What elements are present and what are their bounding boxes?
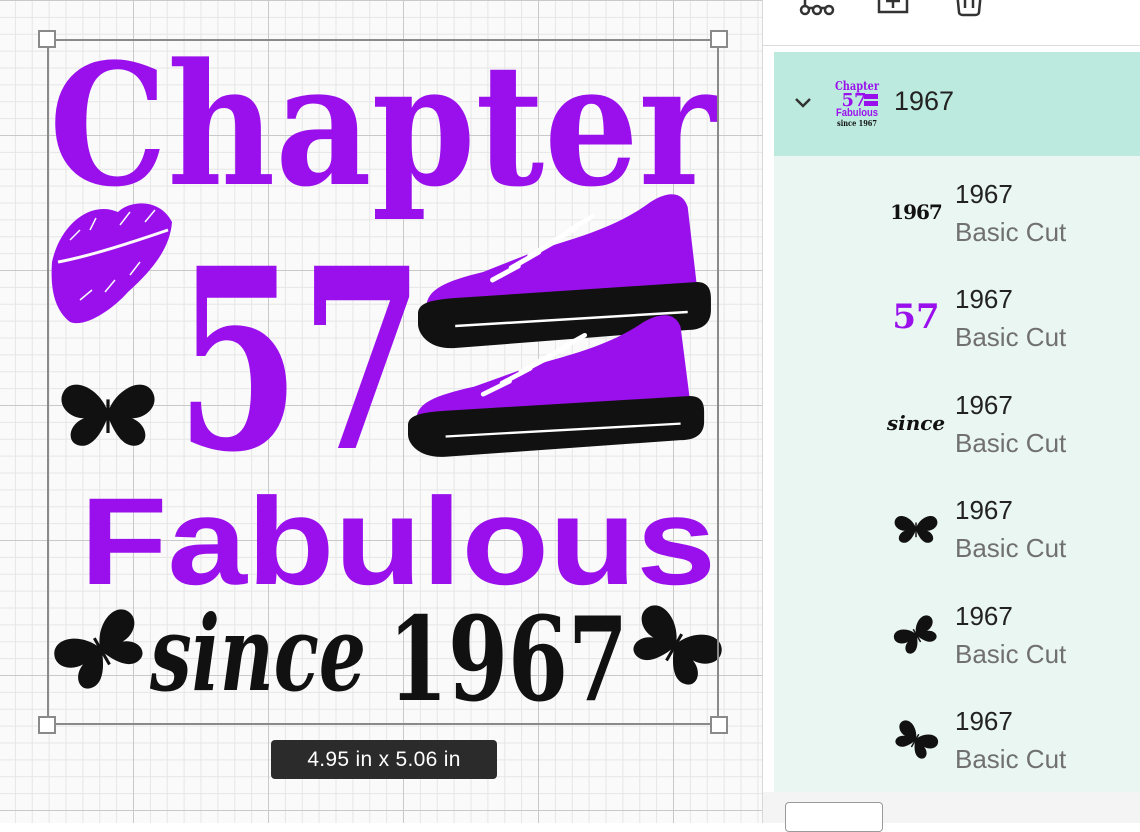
butterfly-icon [886, 718, 946, 760]
butterfly-icon [886, 613, 946, 655]
butterfly-icon [886, 507, 946, 549]
svg-text:since 1967: since 1967 [837, 118, 877, 128]
layer-name: 1967 [955, 179, 1013, 209]
layer-row[interactable]: 1967 Basic Cut [774, 686, 1140, 791]
layer-row[interactable]: 1967 Basic Cut [774, 581, 1140, 686]
layer-name: 1967 [955, 390, 1013, 420]
dimensions-label: 4.95 in x 5.06 in [271, 740, 497, 779]
design-canvas[interactable]: Chapter 57 Fabulous since 1967 4.95 in x… [0, 0, 762, 823]
layer-row[interactable]: 57 1967 Basic Cut [774, 264, 1140, 369]
layers-panel: Chapter 57 Fabulous since 1967 1967 1967… [762, 0, 1140, 832]
layer-name: 1967 [955, 601, 1013, 631]
text-since-thumbnail: since [886, 411, 946, 435]
layer-row[interactable]: since 1967 Basic Cut [774, 370, 1140, 475]
layers-toolbar [763, 0, 1140, 46]
resize-handle-bottom-right[interactable] [710, 716, 728, 734]
resize-handle-top-right[interactable] [710, 30, 728, 48]
chevron-down-icon[interactable] [792, 92, 814, 114]
footer-button[interactable] [785, 802, 883, 832]
layer-operation: Basic Cut [955, 744, 1067, 774]
add-layer-icon[interactable] [875, 0, 915, 18]
layer-list: Chapter 57 Fabulous since 1967 1967 1967… [774, 52, 1140, 792]
layer-operation: Basic Cut [955, 217, 1067, 247]
layer-name: 1967 [955, 706, 1013, 736]
resize-handle-top-left[interactable] [38, 30, 56, 48]
layer-name: 1967 [955, 284, 1013, 314]
layer-row[interactable]: 1967 1967 Basic Cut [774, 159, 1140, 264]
layer-row[interactable]: 1967 Basic Cut [774, 475, 1140, 580]
text-1967-thumbnail: 1967 [890, 200, 943, 224]
layer-operation: Basic Cut [955, 322, 1067, 352]
connect-icon[interactable] [799, 0, 839, 18]
layer-operation: Basic Cut [955, 639, 1067, 669]
design-thumbnail: Chapter 57 Fabulous since 1967 [835, 79, 880, 128]
selection-box[interactable] [47, 39, 719, 725]
layer-operation: Basic Cut [955, 533, 1067, 563]
layer-name: 1967 [955, 495, 1013, 525]
delete-icon[interactable] [951, 0, 991, 18]
group-name: 1967 [894, 86, 955, 116]
text-57-thumbnail: 57 [892, 297, 940, 337]
layer-group-row[interactable]: Chapter 57 Fabulous since 1967 1967 [774, 52, 1140, 156]
panel-footer [763, 792, 1140, 832]
layer-operation: Basic Cut [955, 428, 1067, 458]
resize-handle-bottom-left[interactable] [38, 716, 56, 734]
